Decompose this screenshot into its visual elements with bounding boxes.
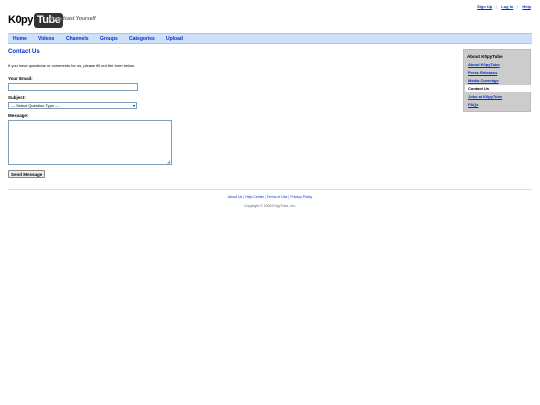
sidebar-item-contact-current: Contact Us [465,85,531,92]
nav-channels[interactable]: Channels [66,36,89,42]
footer-terms-link[interactable]: Terms of Use [267,195,288,199]
log-in-link[interactable]: Log In [501,4,513,9]
tagline: Broadcast Yourself [50,16,96,22]
email-label: Your Email: [8,76,33,81]
footer-help-link[interactable]: Help Center [245,195,264,199]
sidebar-item-about[interactable]: About K0pyTube [468,62,500,67]
sidebar-link[interactable]: Media Coverage [468,78,499,83]
nav-upload[interactable]: Upload [166,36,183,42]
nav-videos[interactable]: Videos [38,36,54,42]
page-title: Contact Us [8,49,40,55]
footer-about-link[interactable]: About Us [228,195,242,199]
sidebar-item-media[interactable]: Media Coverage [468,78,499,83]
copyright: Copyright © 2008 K0pyTube, Inc. [244,204,296,208]
subject-select[interactable]: --- Select Question Type --- ▾ [8,102,137,109]
help-link[interactable]: Help [522,4,531,9]
main-nav-bar: Home Videos Channels Groups Categories U… [8,33,532,44]
intro-text: If you have questions or comments for us… [8,63,135,68]
nav-groups[interactable]: Groups [100,36,118,42]
sidebar-link[interactable]: Press Releases [468,70,497,75]
sidebar-item-jobs[interactable]: Jobs at K0pyTube [468,94,502,99]
about-sidebar: About K0pyTube About K0pyTube Press Rele… [463,49,531,112]
sidebar-link[interactable]: Jobs at K0pyTube [468,94,502,99]
sidebar-current-label: Contact Us [468,86,490,91]
logo-prefix: K0py [8,14,33,26]
sidebar-link[interactable]: About K0pyTube [468,62,500,67]
send-message-button[interactable]: Send Message [8,170,46,178]
separator: | [496,4,498,9]
sign-up-link[interactable]: Sign Up [477,4,492,9]
message-label: Message: [8,113,29,118]
sidebar-item-faqs[interactable]: FAQs [468,102,478,107]
footer-links: About Us|Help Center|Terms of Use|Privac… [0,195,540,199]
subject-selected-value: --- Select Question Type --- [11,103,60,108]
nav-home[interactable]: Home [13,36,27,42]
email-field[interactable] [8,83,138,91]
top-links: Sign Up | Log In | Help [477,4,531,9]
separator: | [517,4,519,9]
subject-label: Subject: [8,95,26,100]
footer-privacy-link[interactable]: Privacy Policy [290,195,312,199]
nav-categories[interactable]: Categories [129,36,155,42]
resize-grip-icon[interactable]: ◢ [167,159,170,164]
chevron-down-icon: ▾ [132,103,135,108]
footer-divider [8,189,532,190]
message-textarea[interactable] [8,120,172,165]
sidebar-link[interactable]: FAQs [468,102,478,107]
sidebar-title: About K0pyTube [467,54,503,59]
sidebar-item-press[interactable]: Press Releases [468,70,497,75]
